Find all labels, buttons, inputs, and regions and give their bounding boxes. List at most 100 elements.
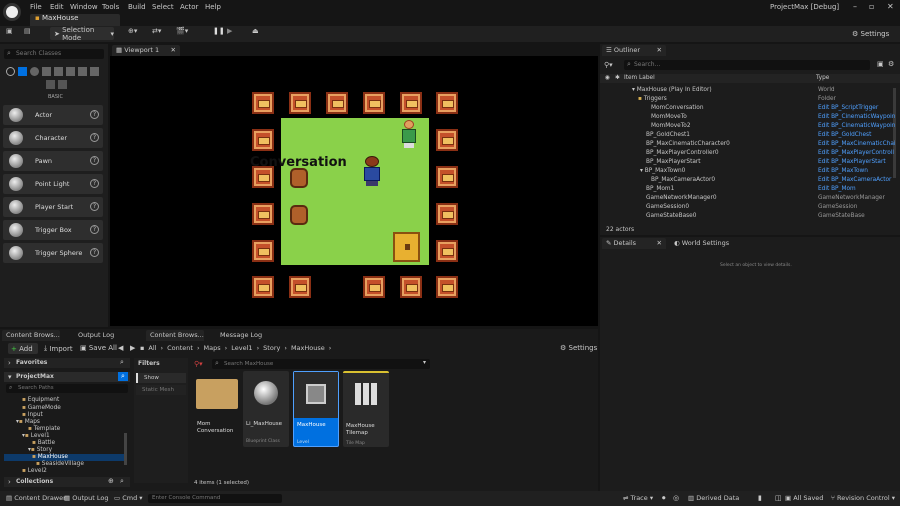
asset-tile-selected[interactable]: MaxHouse Level — [293, 371, 339, 447]
outliner-row[interactable]: BP_MaxPlayerStart — [646, 159, 701, 165]
place-trigger-box-item[interactable]: Trigger Box? — [3, 220, 103, 240]
help-icon[interactable]: ? — [90, 225, 99, 234]
breadcrumb-item[interactable]: All — [148, 344, 156, 352]
screenshot-icon[interactable]: ◎ — [673, 494, 679, 502]
menu-edit[interactable]: Edit — [50, 3, 64, 11]
menu-help[interactable]: Help — [205, 3, 221, 11]
menu-actor[interactable]: Actor — [180, 3, 198, 11]
tree-folder[interactable]: ▾▪ Level1 — [22, 433, 50, 439]
edit-blueprint-link[interactable]: Edit BP_MaxCinematicChai — [818, 141, 895, 147]
add-collection-icon[interactable]: ⊕ — [108, 477, 114, 485]
tree-folder[interactable]: ▪ Equipment — [22, 397, 59, 403]
tree-folder[interactable]: ▪ SeasideVillage — [36, 461, 84, 467]
content-browser-tab-2[interactable]: Content Brows... — [146, 330, 204, 341]
place-player-start-item[interactable]: Player Start? — [3, 197, 103, 217]
step-icon[interactable]: ▶ — [227, 27, 235, 40]
menu-select[interactable]: Select — [152, 3, 174, 11]
revision-control-button[interactable]: ⑂ Revision Control ▾ — [831, 494, 895, 502]
details-tab[interactable]: ✎ Details ✕ — [602, 238, 666, 249]
add-actor-icon[interactable]: ⊕▾ — [128, 27, 146, 40]
asset-tile[interactable]: Li_MaxHouse Blueprint Class — [243, 371, 289, 447]
breadcrumb-item[interactable]: Content — [167, 344, 193, 352]
asset-search-input[interactable]: Search MaxHouse — [212, 359, 430, 369]
forward-icon[interactable]: ▶ — [130, 344, 135, 352]
extra-category-icon[interactable] — [46, 80, 55, 89]
tree-folder[interactable]: ▾▪ Maps — [16, 419, 40, 425]
item-label-header[interactable]: Item Label — [624, 75, 655, 81]
type-header[interactable]: Type — [816, 75, 829, 81]
recent-icon[interactable] — [6, 66, 15, 76]
extra-category-icon-2[interactable] — [58, 80, 67, 89]
outliner-row[interactable]: BP_MaxPlayerController0 — [646, 150, 719, 156]
collections-header[interactable]: › Collections ⊕ ⌕ — [4, 477, 130, 487]
close-icon[interactable]: ✕ — [887, 2, 894, 11]
world-settings-tab[interactable]: ◐ World Settings — [670, 238, 732, 249]
cmd-dropdown[interactable]: ▭ Cmd ▾ — [114, 494, 143, 502]
outliner-row[interactable]: MomMoveTo — [651, 114, 687, 120]
pause-icon[interactable]: ❚❚ — [213, 27, 225, 40]
outliner-tab[interactable]: ☰ Outliner ✕ — [602, 45, 666, 56]
search-icon[interactable]: ⌕ — [120, 477, 124, 486]
breadcrumb-item[interactable]: Level1 — [231, 344, 252, 352]
breadcrumb-item[interactable]: Story — [263, 344, 280, 352]
add-button[interactable]: + Add — [8, 343, 38, 354]
edit-blueprint-link[interactable]: Edit BP_CinematicWaypoin — [818, 114, 895, 120]
close-icon[interactable]: ✕ — [657, 45, 662, 56]
edit-blueprint-link[interactable]: Edit BP_MaxCameraActor — [818, 177, 891, 183]
basic-icon[interactable] — [18, 66, 27, 76]
place-trigger-sphere-item[interactable]: Trigger Sphere? — [3, 243, 103, 263]
visibility-icon[interactable]: ◉ — [605, 75, 610, 81]
project-header[interactable]: ▾ ProjectMax ⌕ — [4, 372, 130, 382]
shapes-icon[interactable] — [42, 66, 51, 76]
search-icon[interactable]: ⌕ — [120, 358, 124, 367]
chart-icon[interactable]: ▮ — [758, 494, 762, 502]
source-icon[interactable]: ◫ — [775, 494, 782, 502]
tree-folder[interactable]: ▪ Input — [22, 412, 43, 418]
cinematics-icon[interactable]: 🎬▾ — [176, 27, 196, 40]
record-icon[interactable]: ⏺ — [662, 494, 666, 503]
asset-tile[interactable]: Mom Conversation — [194, 371, 240, 447]
tree-folder[interactable]: ▪ Level2 — [22, 468, 47, 474]
tree-folder[interactable]: ▪ Template — [28, 426, 60, 432]
asset-tile[interactable]: MaxHouse Tilemap Tile Map — [343, 371, 389, 447]
search-icon[interactable]: ⌕ — [118, 372, 128, 381]
outliner-row[interactable]: ▾ BP_MaxTown0 — [640, 168, 685, 174]
minimize-icon[interactable]: – — [853, 2, 857, 11]
edit-blueprint-link[interactable]: Edit BP_CinematicWaypoin — [818, 123, 895, 129]
outliner-row[interactable]: GameStateBase0 — [646, 213, 696, 219]
trace-button[interactable]: ⇌ Trace ▾ — [623, 494, 653, 502]
gear-icon[interactable]: ⚙ — [888, 60, 894, 68]
viewport-tab[interactable]: ▦ Viewport 1 ✕ — [112, 45, 180, 56]
tree-folder[interactable]: ▪ Battle — [32, 440, 55, 446]
help-icon[interactable]: ? — [90, 179, 99, 188]
filter-show-redirector[interactable]: Show Redirector — [136, 373, 186, 391]
outliner-row[interactable]: BP_MaxCameraActor0 — [651, 177, 715, 183]
output-log-tab[interactable]: Output Log — [74, 330, 124, 341]
tree-folder[interactable]: ▾▪ Story — [28, 447, 52, 453]
import-button[interactable]: ⤓ Import — [44, 344, 73, 353]
blueprint-icon[interactable]: ⇄▾ — [152, 27, 170, 40]
volumes-icon[interactable] — [78, 66, 87, 76]
tree-scrollbar[interactable] — [124, 433, 127, 465]
edit-blueprint-link[interactable]: Edit BP_MaxTown — [818, 168, 868, 174]
outliner-row[interactable]: GameSession0 — [646, 204, 689, 210]
place-character-item[interactable]: Character? — [3, 128, 103, 148]
add-folder-icon[interactable]: ▣ — [877, 60, 884, 68]
message-log-tab[interactable]: Message Log — [216, 330, 270, 341]
edit-blueprint-link[interactable]: Edit BP_MaxPlayerStart — [818, 159, 886, 165]
all-saved-button[interactable]: ▣ All Saved — [785, 494, 823, 502]
place-point-light-item[interactable]: Point Light? — [3, 174, 103, 194]
outliner-row[interactable]: BP_Mom1 — [646, 186, 674, 192]
help-icon[interactable]: ? — [90, 202, 99, 211]
filter-icon[interactable]: ⚲▾ — [194, 360, 203, 368]
all-classes-icon[interactable] — [90, 66, 99, 76]
breadcrumb-item[interactable]: MaxHouse — [291, 344, 325, 352]
folder-icon[interactable]: ▤ — [24, 27, 36, 40]
outliner-row[interactable]: ▪ Triggers — [638, 96, 667, 102]
outliner-scrollbar[interactable] — [893, 88, 896, 178]
breadcrumb-item[interactable]: Maps — [204, 344, 221, 352]
help-icon[interactable]: ? — [90, 156, 99, 165]
edit-blueprint-link[interactable]: Edit BP_MaxPlayerControll — [818, 150, 894, 156]
menu-window[interactable]: Window — [70, 3, 98, 11]
content-drawer-button[interactable]: ▤ Content Drawer — [6, 494, 66, 502]
